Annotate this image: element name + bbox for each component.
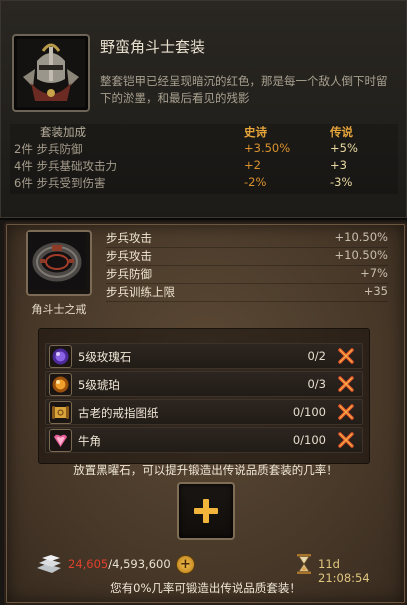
set-bonus-table: 套装加成 史诗 传说 2件 步兵防御 +3.50% +5% 4件 步兵基础攻击力…: [14, 124, 394, 192]
legendary-chance-text: 您有0%几率可锻造出传说品质套装！: [110, 581, 301, 595]
add-obsidian-button[interactable]: [177, 482, 235, 540]
stat-name: 步兵攻击: [106, 231, 152, 245]
stat-value: +10.50%: [334, 248, 389, 262]
bonus-label: 2件 步兵防御: [14, 142, 83, 156]
forge-panel: 角斗士之戒 步兵攻击 +10.50% 步兵攻击 +10.50% 步兵防御 +7%…: [4, 222, 407, 605]
silver-max: /4,593,600: [108, 557, 171, 571]
item-name: 角斗士之戒: [31, 303, 87, 316]
plus-icon: [194, 499, 218, 523]
bonus-row: 2件 步兵防御 +3.50% +5%: [14, 141, 394, 158]
bonus-row: 6件 步兵受到伤害 -2% -3%: [14, 175, 394, 192]
material-row[interactable]: 牛角 0/100: [45, 427, 363, 453]
set-title: 野蛮角斗士套装: [100, 38, 206, 56]
item-stat-row: 步兵攻击 +10.50%: [106, 248, 388, 266]
blueprint-scroll-icon: [49, 401, 72, 424]
stat-value: +10.50%: [334, 230, 389, 244]
bonus-legendary-value: +3: [330, 158, 347, 172]
hourglass-icon: [297, 554, 311, 574]
bonus-header-label: 套装加成: [40, 125, 86, 139]
item-stat-row: 步兵训练上限 +35: [106, 284, 388, 302]
silver-current: 24,605: [68, 557, 109, 571]
material-name: 5级玫瑰石: [78, 350, 132, 364]
missing-x-icon: [336, 402, 356, 422]
material-row[interactable]: 古老的戒指图纸 0/100: [45, 399, 363, 425]
resource-bar: 24,605/4,593,600 + 11d 21:08:54: [34, 552, 394, 585]
material-name: 牛角: [78, 434, 101, 448]
bonus-legendary-value: +5%: [330, 141, 358, 155]
horn-icon: [49, 429, 72, 452]
missing-x-icon: [336, 346, 356, 366]
item-icon-frame[interactable]: [26, 230, 92, 296]
helmet-icon: [17, 39, 85, 107]
bonus-epic-value: +3.50%: [244, 141, 291, 155]
material-row[interactable]: 5级玫瑰石 0/2: [45, 343, 363, 369]
missing-x-icon: [336, 374, 356, 394]
ring-icon: [28, 232, 86, 290]
bonus-legendary-value: -3%: [330, 175, 353, 189]
set-description: 整套铠甲已经呈现暗沉的红色，那是每一个敌人倒下时留下的淤墨，和最后看见的残影: [100, 74, 388, 105]
amber-icon: [49, 373, 72, 396]
bonus-epic-value: +2: [244, 158, 261, 172]
set-icon-frame: [12, 34, 90, 112]
stat-value: +35: [363, 284, 388, 298]
item-stat-row: 步兵攻击 +10.50%: [106, 230, 388, 248]
material-count: 0/3: [307, 377, 326, 391]
materials-list: 5级玫瑰石 0/2 5级琥珀 0/3 古老的戒指图纸 0/100 牛角 0/10…: [38, 328, 370, 464]
material-count: 0/2: [307, 349, 326, 363]
stat-name: 步兵训练上限: [106, 285, 175, 299]
rose-stone-icon: [49, 345, 72, 368]
bonus-header-legendary: 传说: [330, 125, 353, 139]
missing-x-icon: [336, 430, 356, 450]
stat-name: 步兵攻击: [106, 249, 152, 263]
material-name: 5级琥珀: [78, 378, 120, 392]
bonus-row: 4件 步兵基础攻击力 +2 +3: [14, 158, 394, 175]
bonus-header-row: 套装加成 史诗 传说: [14, 124, 394, 141]
material-row[interactable]: 5级琥珀 0/3: [45, 371, 363, 397]
silver-ingot-icon: [37, 555, 61, 573]
material-count: 0/100: [292, 433, 326, 447]
bonus-header-epic: 史诗: [244, 125, 267, 139]
bonus-epic-value: -2%: [244, 175, 267, 189]
add-silver-button[interactable]: +: [176, 555, 195, 574]
obsidian-hint: 放置黑曜石，可以提升锻造出传说品质套装的几率！: [73, 463, 338, 477]
bonus-label: 4件 步兵基础攻击力: [14, 159, 117, 173]
stat-value: +7%: [360, 266, 388, 280]
silver-amount: 24,605/4,593,600: [68, 557, 171, 571]
set-info-panel: 野蛮角斗士套装 整套铠甲已经呈现暗沉的红色，那是每一个敌人倒下时留下的淤墨，和最…: [0, 0, 407, 220]
bonus-label: 6件 步兵受到伤害: [14, 176, 106, 190]
stat-name: 步兵防御: [106, 267, 152, 281]
item-stat-row: 步兵防御 +7%: [106, 266, 388, 284]
material-name: 古老的戒指图纸: [78, 406, 159, 420]
material-count: 0/100: [292, 405, 326, 419]
